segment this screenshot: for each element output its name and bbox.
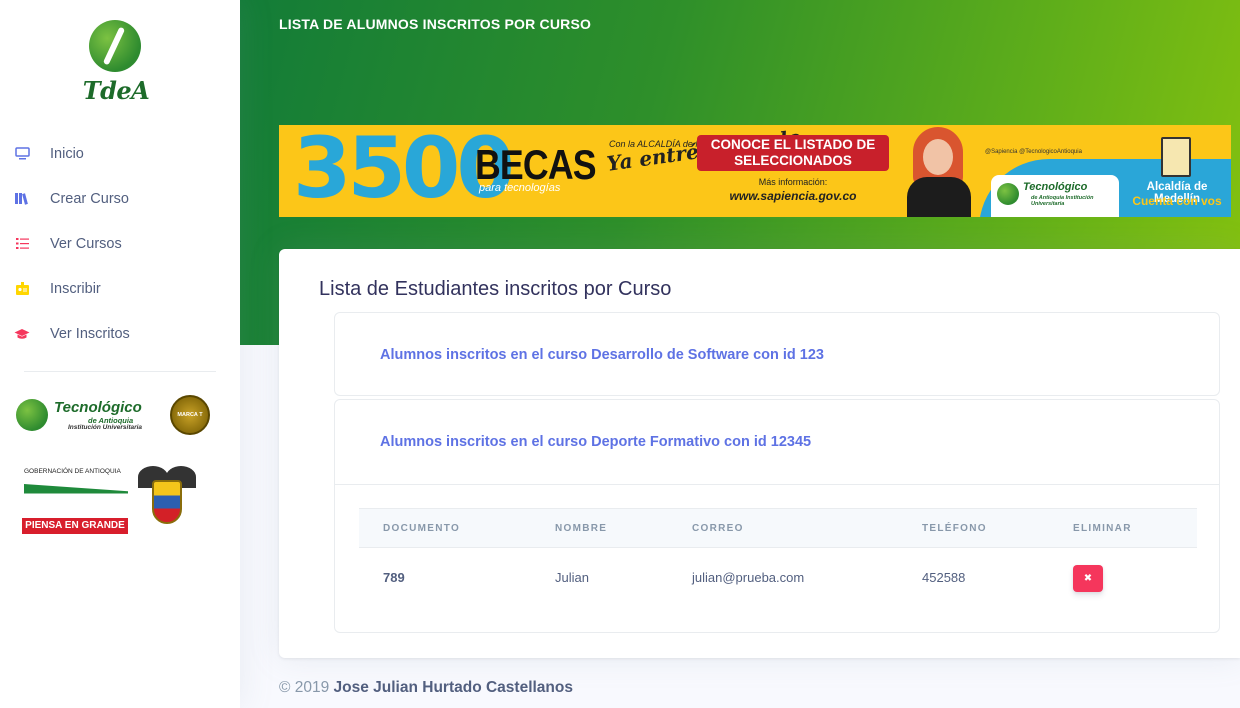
course-accordion-toggle[interactable]: Alumnos inscritos en el curso Deporte Fo… — [380, 400, 811, 484]
girl-body — [907, 177, 971, 217]
cell-nombre: Julian — [555, 570, 589, 585]
sidebar-item-ver-cursos[interactable]: Ver Cursos — [0, 221, 240, 266]
course-accordion-item: Alumnos inscritos en el curso Deporte Fo… — [334, 399, 1220, 633]
course-accordion-item: Alumnos inscritos en el curso Desarrollo… — [334, 312, 1220, 396]
banner-para: para tecnologías — [479, 182, 561, 194]
badge-icon — [14, 281, 30, 297]
gob-slogan: PIENSA EN GRANDE — [22, 518, 128, 534]
cell-documento: 789 — [383, 570, 405, 585]
students-card: Lista de Estudiantes inscritos por Curso… — [279, 249, 1240, 658]
cell-correo: julian@prueba.com — [692, 570, 805, 585]
medellin-crest-icon — [1161, 137, 1191, 177]
delete-student-button[interactable]: ✖ — [1073, 565, 1103, 592]
sidebar-item-ver-inscritos[interactable]: Ver Inscritos — [0, 311, 240, 356]
graduation-cap-icon — [14, 326, 30, 342]
brand-name: TdeA — [82, 76, 150, 105]
column-header-nombre: NOMBRE — [555, 523, 608, 534]
gob-flag-stripe — [24, 484, 128, 508]
cell-telefono: 452588 — [922, 570, 966, 585]
tv-icon — [14, 146, 30, 162]
sidebar-divider — [24, 371, 216, 372]
becas-banner[interactable]: 3500 BECAS para tecnologías Con la ALCAL… — [279, 125, 1231, 217]
sidebar-item-label: Crear Curso — [50, 190, 129, 207]
column-header-telefono: TELÉFONO — [922, 523, 987, 534]
colombia-coat-of-arms-icon — [134, 462, 200, 542]
tdea-logo-mark-icon — [89, 20, 141, 72]
shield-body — [152, 480, 182, 524]
course-accordion-toggle[interactable]: Alumnos inscritos en el curso Desarrollo… — [380, 313, 824, 397]
marca-seal-icon: MARCA T — [170, 395, 210, 435]
banner-tda-mark-icon — [997, 183, 1019, 205]
tecnologico-antioquia-logo: Tecnológico de Antioquia Institución Uni… — [16, 393, 216, 437]
tda-logo-title: Tecnológico — [54, 399, 142, 416]
page-title: LISTA DE ALUMNOS INSCRITOS POR CURSO — [279, 16, 592, 32]
banner-person-image — [899, 127, 975, 217]
banner-url: www.sapiencia.gov.co — [729, 189, 857, 203]
sidebar-item-inscribir[interactable]: Inscribir — [0, 266, 240, 311]
books-icon — [14, 191, 30, 207]
banner-cuenta: Cuenta con vos — [1132, 194, 1222, 208]
card-title: Lista de Estudiantes inscritos por Curso — [319, 278, 672, 300]
banner-tda-box: Tecnológico de Antioquia Institución Uni… — [991, 175, 1119, 217]
gobernacion-antioquia-logo: GOBERNACIÓN DE ANTIOQUIA PIENSA EN GRAND… — [22, 462, 202, 542]
girl-face — [923, 139, 953, 175]
banner-social: @Sapiencia @TecnologicoAntioquia — [985, 149, 1082, 155]
column-header-correo: CORREO — [692, 523, 744, 534]
column-header-documento: DOCUMENTO — [383, 523, 461, 534]
footer: © 2019 Jose Julian Hurtado Castellanos — [279, 679, 573, 697]
sidebar-item-inicio[interactable]: Inicio — [0, 131, 240, 176]
accordion-divider — [335, 484, 1219, 485]
sidebar-item-label: Ver Cursos — [50, 235, 122, 252]
tda-logo-mark-icon — [16, 399, 48, 431]
banner-more-info: Más información: — [758, 177, 828, 187]
sidebar-item-crear-curso[interactable]: Crear Curso — [0, 176, 240, 221]
tda-logo-institution: Institución Universitaria — [68, 424, 143, 431]
tdea-logo[interactable]: TdeA — [76, 20, 156, 106]
banner-tda-title: Tecnológico — [1023, 181, 1088, 193]
close-icon: ✖ — [1083, 573, 1093, 584]
footer-author[interactable]: Jose Julian Hurtado Castellanos — [334, 679, 573, 696]
column-header-eliminar: ELIMINAR — [1073, 523, 1132, 534]
banner-cta: CONOCE EL LISTADO DE SELECCIONADOS — [697, 135, 889, 171]
table-header: DOCUMENTO NOMBRE CORREO TELÉFONO ELIMINA… — [359, 508, 1197, 548]
sidebar-item-label: Ver Inscritos — [50, 325, 130, 342]
gob-logo-title: GOBERNACIÓN DE ANTIOQUIA — [24, 468, 121, 475]
banner-tda-sub: de Antioquia Institución Universitaria — [1031, 195, 1094, 207]
footer-copyright: © 2019 — [279, 679, 330, 696]
sidebar-nav: Inicio Crear Curso Ver Cursos Inscribir … — [0, 131, 240, 356]
sidebar-item-label: Inscribir — [50, 280, 101, 297]
sidebar: TdeA Inicio Crear Curso Ver Cursos Inscr… — [0, 0, 240, 708]
sidebar-item-label: Inicio — [50, 145, 84, 162]
list-icon — [14, 236, 30, 252]
